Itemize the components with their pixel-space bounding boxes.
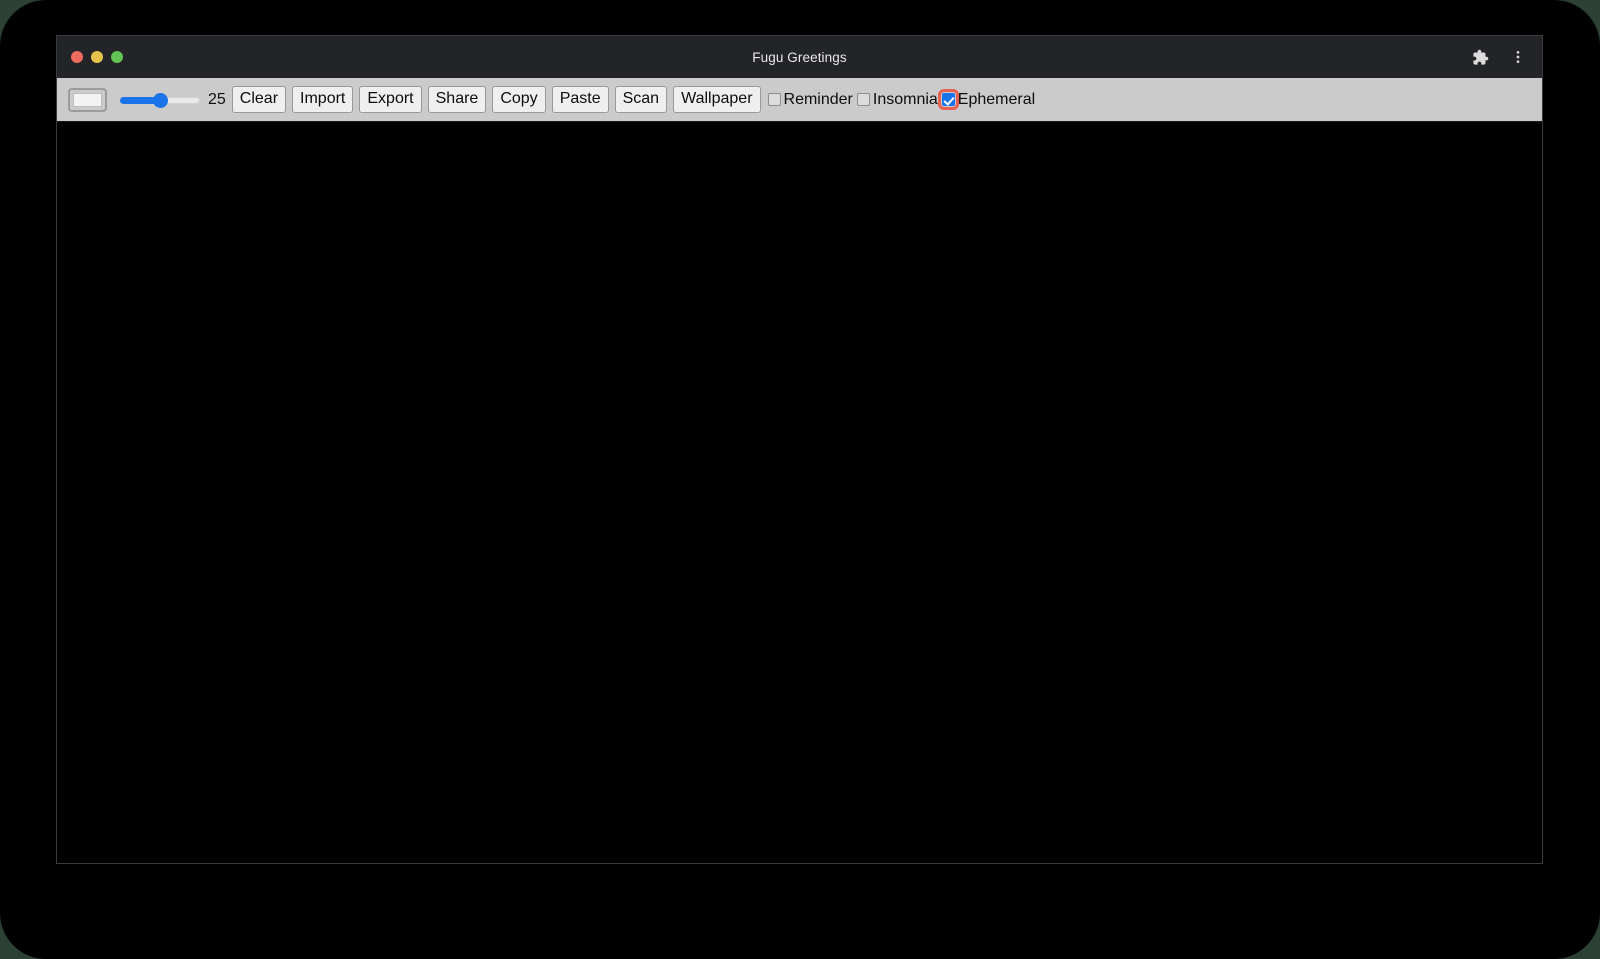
copy-button[interactable]: Copy [492, 86, 546, 113]
title-bar: Fugu Greetings [57, 36, 1542, 78]
reminder-checkbox[interactable] [767, 93, 781, 106]
window-controls [71, 51, 123, 63]
window-title: Fugu Greetings [752, 49, 847, 65]
ephemeral-checkbox[interactable] [937, 89, 959, 110]
maximize-window-button[interactable] [111, 51, 123, 63]
paste-button[interactable]: Paste [551, 86, 609, 113]
reminder-checkbox-group: Reminder [767, 91, 853, 109]
ephemeral-checkbox-group: Ephemeral [937, 89, 1035, 110]
pen-color-swatch [73, 92, 102, 107]
clear-button[interactable]: Clear [231, 86, 287, 113]
import-button[interactable]: Import [292, 86, 354, 113]
insomnia-checkbox-group: Insomnia [856, 91, 938, 109]
minimize-window-button[interactable] [91, 51, 103, 63]
share-button[interactable]: Share [427, 86, 487, 113]
insomnia-checkbox-label[interactable]: Insomnia [873, 91, 938, 109]
drawing-canvas[interactable] [57, 122, 1542, 863]
pen-size-value: 25 [208, 90, 226, 108]
extensions-icon[interactable] [1470, 47, 1490, 67]
title-bar-actions [1470, 47, 1528, 67]
export-button[interactable]: Export [359, 86, 422, 113]
app-toolbar: 25 Clear Import Export Share Copy Paste … [57, 78, 1542, 122]
browser-window: Fugu Greetings 25 Clear Import Export Sh… [57, 36, 1542, 863]
reminder-checkbox-label[interactable]: Reminder [784, 91, 853, 109]
ephemeral-checkbox-label[interactable]: Ephemeral [958, 91, 1035, 109]
more-menu-icon[interactable] [1508, 47, 1528, 67]
pen-size-slider[interactable] [120, 90, 200, 110]
pen-color-input[interactable] [68, 87, 107, 112]
device-frame: Fugu Greetings 25 Clear Import Export Sh… [0, 0, 1600, 959]
wallpaper-button[interactable]: Wallpaper [673, 86, 761, 113]
close-window-button[interactable] [71, 51, 83, 63]
insomnia-checkbox[interactable] [856, 93, 870, 106]
slider-thumb[interactable] [153, 92, 168, 108]
scan-button[interactable]: Scan [614, 86, 668, 113]
